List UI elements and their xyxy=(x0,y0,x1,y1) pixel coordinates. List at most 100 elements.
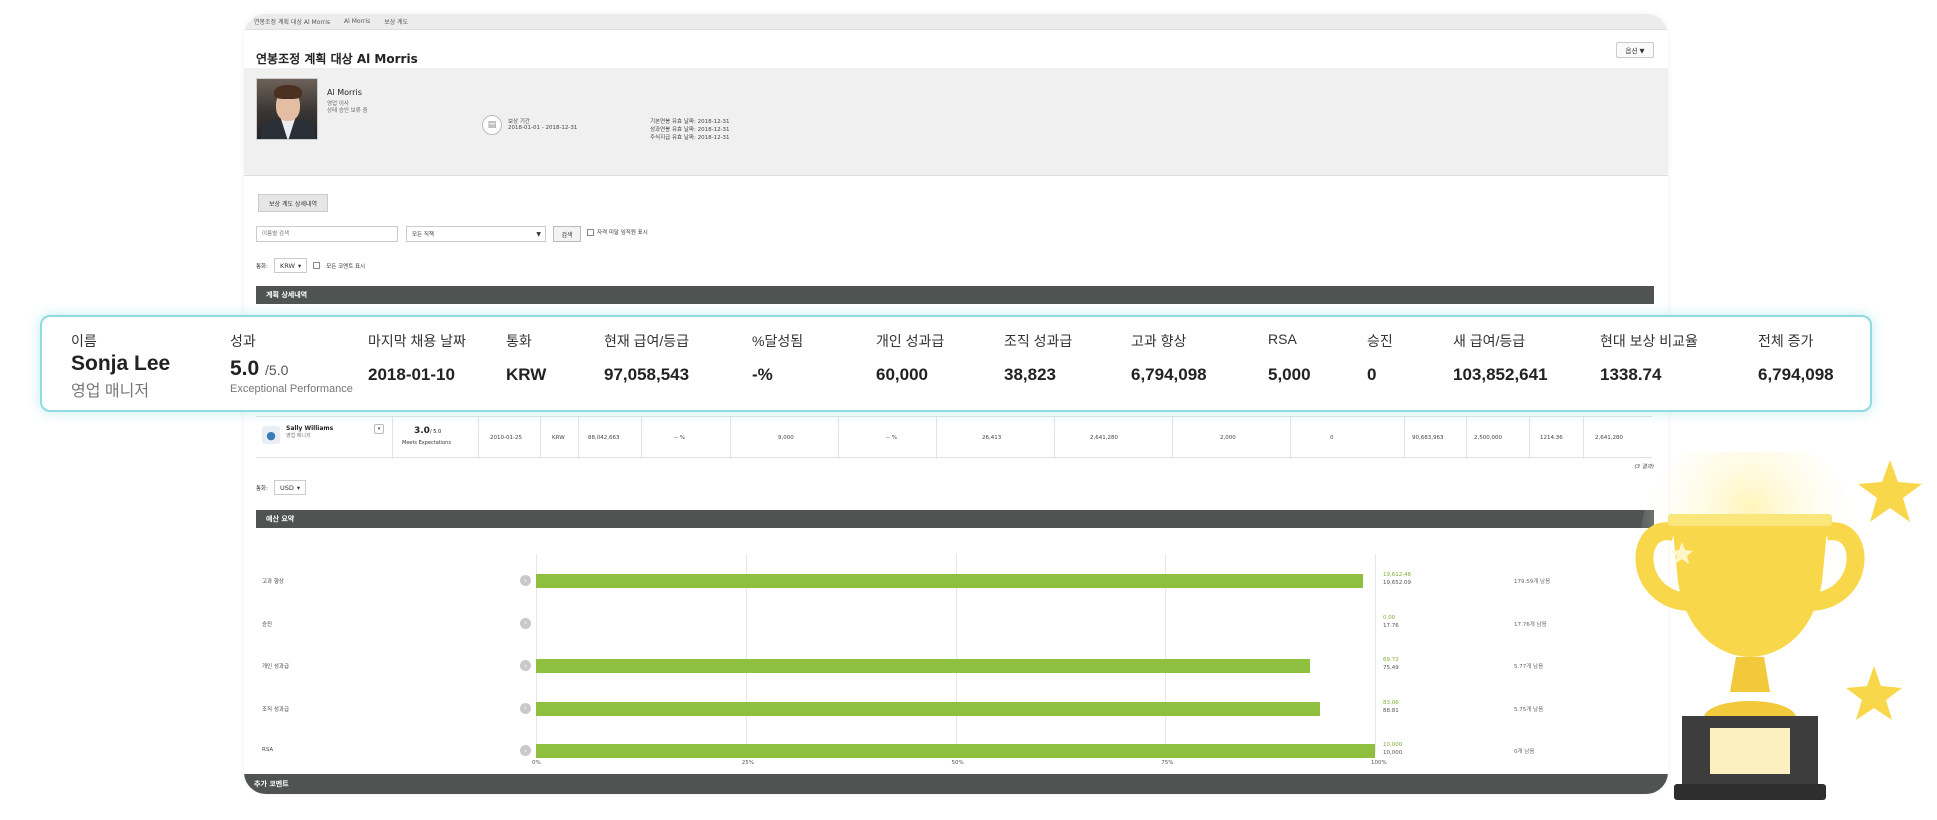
sally-name[interactable]: Sally Williams xyxy=(286,425,333,432)
chevron-down-icon: ▾ xyxy=(296,483,301,492)
currency-select[interactable]: KRW ▾ xyxy=(273,258,308,273)
chart-category-label: RSA xyxy=(262,747,274,753)
table-row[interactable]: ● Sally Williams 영업 매니저 ▾ 3.0/ 5.0 Meets… xyxy=(256,416,1652,459)
chart-used-value: 0.00 xyxy=(1383,614,1396,621)
excluded-checkbox-label: 자격 미달 임직원 표시 xyxy=(597,230,648,236)
calendar-icon: ▤ xyxy=(482,115,502,135)
card-value-rsa: 5,000 xyxy=(1268,365,1311,384)
search-input[interactable] xyxy=(256,226,398,242)
excluded-checkbox[interactable] xyxy=(587,228,594,236)
card-header: 새 급여/등급 xyxy=(1453,333,1526,349)
card-header: 통화 xyxy=(506,333,532,349)
page-title: 연봉조정 계획 대상 Al Morris xyxy=(256,52,418,66)
budget-chart: 0% 25% 50% 75% 100% 고과 향상 › 19,612.48 19,652.09 1… xyxy=(244,544,1668,784)
card-header: 고과 향상 xyxy=(1131,333,1187,349)
card-header: RSA xyxy=(1268,331,1297,347)
search-button[interactable]: 검색 xyxy=(553,226,581,242)
breadcrumb-item[interactable]: 연봉조정 계획 대상 Al Morris xyxy=(254,17,330,26)
chart-tick-label: 25% xyxy=(741,760,754,766)
cell-bonus-pct: -- % xyxy=(886,435,897,441)
comments-checkbox-label: 모든 코멘트 표시 xyxy=(326,263,366,270)
chevron-right-icon[interactable]: › xyxy=(520,575,531,586)
card-score: 5.0 /5.0 xyxy=(230,357,289,380)
trophy-plaque xyxy=(1710,728,1790,774)
card-header: 개인 성과급 xyxy=(876,333,945,349)
card-employee-role: 영업 매니저 xyxy=(71,383,150,400)
cell-total-increase: 2,641,280 xyxy=(1595,435,1623,441)
card-header: 성과 xyxy=(230,333,256,349)
currency-select-usd[interactable]: USD ▾ xyxy=(273,480,307,495)
effective-date-stock: 주식지급 유효 날짜: 2018-12-31 xyxy=(650,135,730,141)
options-button[interactable]: 옵션 ▼ xyxy=(1616,42,1654,58)
chevron-right-icon[interactable]: › xyxy=(520,745,531,756)
card-value-currency: KRW xyxy=(506,365,547,384)
chevron-down-icon: ▼ xyxy=(536,231,541,238)
currency-row-usd: 통화: USD ▾ xyxy=(256,480,307,495)
tabs: 보상 계도 상세내역 xyxy=(258,194,328,212)
chart-category-label: 승진 xyxy=(262,621,273,628)
cell-current-salary: 88,042,663 xyxy=(588,435,620,441)
card-value-new-salary: 103,852,641 xyxy=(1453,365,1548,384)
highlight-card: 이름 성과 마지막 채용 날짜 통화 현재 급여/등급 %달성됨 개인 성과급 … xyxy=(40,315,1872,412)
star-icon xyxy=(1846,666,1902,720)
chart-category-label: 고과 향상 xyxy=(262,579,284,585)
card-value-promotion: 0 xyxy=(1367,365,1377,384)
currency-label: 통화: xyxy=(256,485,268,492)
chevron-right-icon[interactable]: › xyxy=(520,617,531,629)
chart-tick-label: 75% xyxy=(1161,760,1174,766)
profile-panel: Al Morris 영업 이사 상태 승인 보류 중 ▤ 보상 기간 2018-… xyxy=(244,68,1668,176)
card-header: 현재 급여/등급 xyxy=(604,333,690,349)
employee-name: Al Morris xyxy=(327,88,362,97)
chart-total-value: 19,652.09 xyxy=(1383,580,1411,586)
trophy-rim xyxy=(1668,514,1832,526)
chart-category-label: 개인 성과급 xyxy=(262,664,290,670)
card-header: 이름 xyxy=(71,333,97,349)
chart-bar xyxy=(536,574,1364,588)
chart-remaining-label: 5.77개 남음 xyxy=(1514,664,1544,670)
chart-tick-label: 100% xyxy=(1371,760,1387,766)
chevron-right-icon[interactable]: › xyxy=(520,660,531,671)
card-header: 마지막 채용 날짜 xyxy=(368,333,466,349)
breadcrumb-item[interactable]: Al Morris xyxy=(344,18,370,25)
chart-remaining-label: 179.59개 남음 xyxy=(1514,579,1551,585)
cell-promotion: 0 xyxy=(1330,435,1334,441)
chevron-right-icon[interactable]: › xyxy=(520,702,531,714)
card-header: 현대 보상 비교율 xyxy=(1600,333,1698,349)
trophy-plinth xyxy=(1674,784,1826,800)
chart-tick-label: 50% xyxy=(951,760,964,766)
card-employee-name[interactable]: Sonja Lee xyxy=(71,352,170,376)
person-icon: ● xyxy=(262,426,280,444)
chart-total-value: 75.49 xyxy=(1383,665,1399,671)
cell-rsa: 2,000 xyxy=(1220,435,1236,441)
effective-date-bonus: 성과연봉 유효 날짜: 2018-12-31 xyxy=(650,127,730,133)
cell-individual-bonus: 9,000 xyxy=(778,435,794,441)
cell-compa-ratio: 1214.36 xyxy=(1540,435,1563,441)
card-score-label: Exceptional Performance xyxy=(230,383,353,395)
chart-used-value: 19,612.48 xyxy=(1383,572,1411,578)
currency-label: 통화: xyxy=(256,263,268,270)
period-label: 보상 기간 xyxy=(508,119,530,125)
chart-tick-label: 0% xyxy=(532,760,541,766)
plan-details-header: 계획 상세내역 xyxy=(256,286,1654,304)
breadcrumb: 연봉조정 계획 대상 Al Morris Al Morris 보상 계도 xyxy=(244,14,1668,30)
row-menu-button[interactable]: ▾ xyxy=(374,424,384,434)
cell-currency: KRW xyxy=(552,435,565,441)
job-select[interactable]: 모든 직책 ▼ xyxy=(406,226,546,242)
tab-plan-detail[interactable]: 보상 계도 상세내역 xyxy=(258,194,328,212)
chart-total-value: 10,000 xyxy=(1383,750,1403,756)
card-header: 승진 xyxy=(1367,333,1393,349)
card-value-total-increase: 6,794,098 xyxy=(1758,365,1834,384)
budget-summary-header: 예산 요약 xyxy=(256,510,1654,528)
period-value: 2018-01-01 - 2018-12-31 xyxy=(508,125,578,131)
comments-checkbox[interactable] xyxy=(313,262,321,269)
card-value-achieved: -% xyxy=(752,365,773,384)
excluded-checkbox-row: 자격 미달 임직원 표시 xyxy=(587,228,648,236)
star-icon xyxy=(1858,460,1922,522)
chart-used-value: 69.72 xyxy=(1383,657,1399,663)
card-value-merit-increase: 6,794,098 xyxy=(1131,365,1207,384)
comments-header: 추가 코멘트 xyxy=(244,774,1668,794)
breadcrumb-item[interactable]: 보상 계도 xyxy=(384,17,408,26)
chart-bar xyxy=(536,701,1320,716)
chart-remaining-label: 0개 남음 xyxy=(1514,749,1535,755)
chart-total-value: 88.81 xyxy=(1383,707,1399,714)
